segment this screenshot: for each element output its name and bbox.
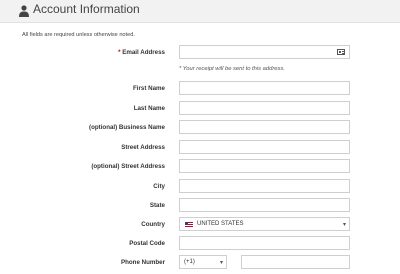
country-label: Country [141, 221, 165, 228]
last-name-label: Last Name [133, 105, 165, 112]
phone-number-field[interactable] [241, 255, 350, 269]
phone-label: Phone Number [120, 259, 165, 266]
street-address-label: Street Address [121, 144, 165, 151]
email-row: * Email Address [0, 45, 400, 61]
email-label: * Email Address [118, 49, 165, 56]
email-label-text: Email Address [122, 49, 165, 56]
phone-country-code-value: (+1) [184, 259, 195, 265]
dropdown-arrow-icon: ▾ [219, 260, 223, 266]
street-address-2-label: (optional) Street Address [91, 163, 165, 170]
city-label: City [153, 183, 165, 190]
country-row: Country UNITED STATES ▾ [0, 217, 400, 233]
required-fields-note: All fields are required unless otherwise… [22, 32, 135, 38]
required-marker: * [118, 49, 121, 56]
business-name-label: (optional) Business Name [89, 124, 165, 131]
state-label: State [149, 202, 165, 209]
country-select[interactable]: UNITED STATES ▾ [179, 217, 350, 231]
first-name-field[interactable] [179, 81, 350, 95]
first-name-label: First Name [133, 85, 165, 92]
business-name-field[interactable] [179, 120, 350, 134]
us-flag-icon [185, 222, 193, 227]
user-icon [19, 5, 29, 17]
city-row: City [0, 179, 400, 195]
email-field[interactable] [179, 45, 350, 59]
street-address-2-field[interactable] [179, 159, 350, 173]
postal-code-label: Postal Code [129, 240, 165, 247]
phone-country-code-select[interactable]: (+1) ▾ [179, 255, 227, 269]
street-address-2-row: (optional) Street Address [0, 159, 400, 175]
postal-code-field[interactable] [179, 236, 350, 250]
section-title: Account Information [33, 2, 140, 16]
state-field[interactable] [179, 198, 350, 212]
street-address-row: Street Address [0, 140, 400, 156]
country-selected-value: UNITED STATES [197, 221, 244, 227]
section-header: Account Information [0, 0, 400, 23]
state-row: State [0, 198, 400, 214]
last-name-field[interactable] [179, 101, 350, 115]
business-name-row: (optional) Business Name [0, 120, 400, 136]
postal-code-row: Postal Code [0, 236, 400, 252]
street-address-field[interactable] [179, 140, 350, 154]
phone-row: Phone Number (+1) ▾ [0, 255, 400, 271]
email-hint: * Your receipt will be sent to this addr… [179, 66, 285, 72]
city-field[interactable] [179, 179, 350, 193]
dropdown-arrow-icon: ▾ [342, 222, 346, 228]
first-name-row: First Name [0, 81, 400, 97]
contact-card-icon [337, 49, 345, 55]
last-name-row: Last Name [0, 101, 400, 117]
